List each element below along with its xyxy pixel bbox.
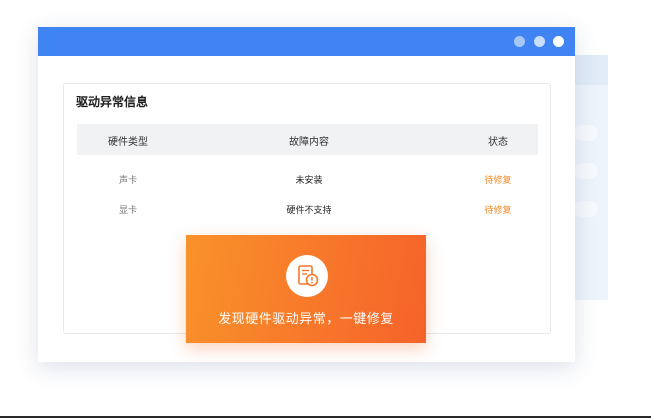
window-close-button[interactable]: [553, 36, 564, 47]
driver-alert-icon: [286, 255, 328, 297]
table-header: 硬件类型 故障内容 状态: [77, 124, 538, 155]
panel-title: 驱动异常信息: [76, 95, 149, 109]
column-header-status: 状态: [488, 137, 508, 148]
hardware-type-cell: 显卡: [118, 206, 138, 216]
fault-cell: 未安装: [295, 176, 323, 186]
background-pill: [574, 125, 598, 141]
repair-status-link[interactable]: 待修复: [484, 173, 511, 186]
one-click-repair-button[interactable]: 发现硬件驱动异常，一键修复: [186, 235, 426, 343]
background-pill: [574, 163, 598, 179]
repair-status-link[interactable]: 待修复: [484, 203, 511, 216]
window-maximize-button[interactable]: [534, 36, 545, 47]
column-header-hardware-type: 硬件类型: [108, 137, 148, 148]
table-row: 显卡 硬件不支持 待修复: [77, 199, 538, 219]
window-minimize-button[interactable]: [514, 36, 525, 47]
background-pill: [574, 201, 598, 217]
toast-message: 发现硬件驱动异常，一键修复: [218, 312, 394, 327]
window-titlebar: [38, 27, 575, 56]
table-row: 声卡 未安装 待修复: [77, 169, 538, 189]
fault-cell: 硬件不支持: [286, 206, 332, 216]
hardware-type-cell: 声卡: [118, 176, 138, 186]
column-header-fault: 故障内容: [289, 137, 329, 148]
